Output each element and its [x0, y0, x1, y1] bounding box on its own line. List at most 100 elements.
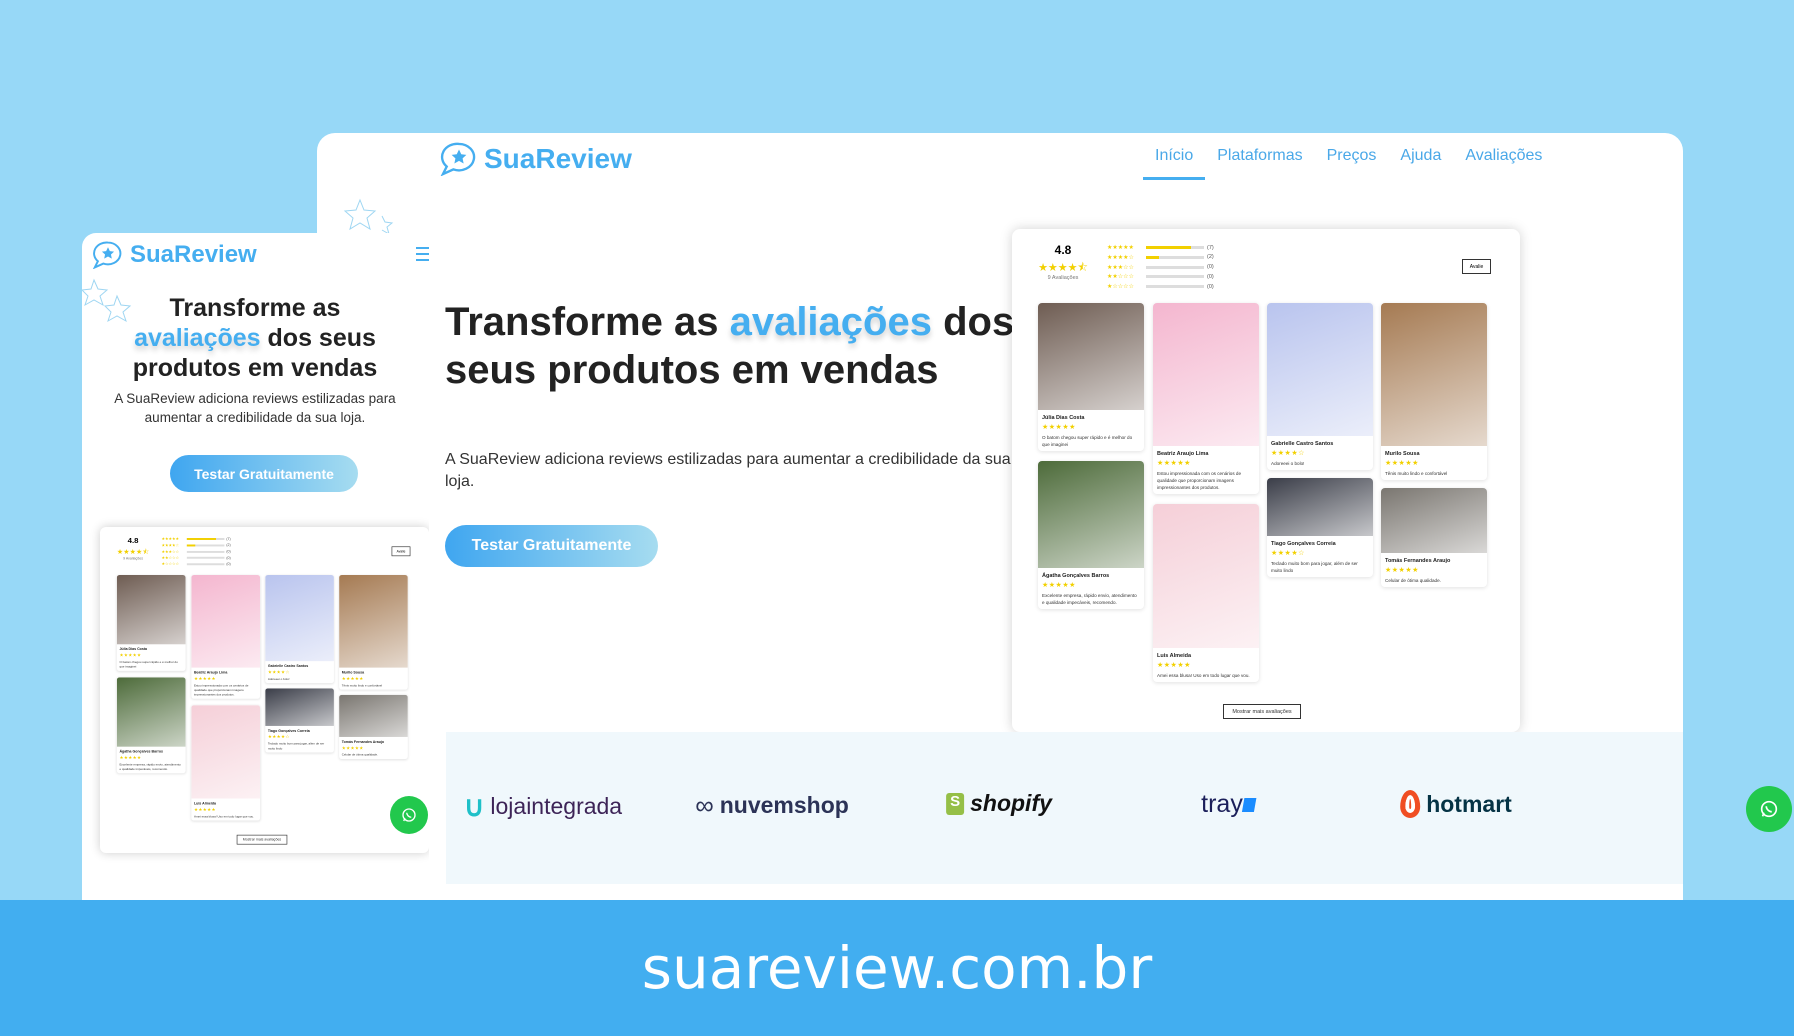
- hero-title-prefix: Transforme as: [169, 294, 341, 322]
- review-stars: ★★★★★: [1385, 460, 1419, 467]
- review-card[interactable]: Murilo Sousa ★★★★★ Tênis muito lindo e con…: [339, 574, 408, 690]
- review-card[interactable]: Beatriz Araujo Lima ★★★★★ Estou impression…: [1153, 303, 1259, 494]
- rating-bar: [186, 544, 225, 547]
- bicycle-photo: [116, 677, 186, 747]
- review-stars: ★★★★★: [193, 807, 216, 813]
- review-widget-preview: 4.8 ★★★★⯪ 9 Avaliações ★★★★★ (7) ★★★★☆ (2) ★★★☆…: [1012, 229, 1520, 732]
- reviewer-name: Beatriz Araujo Lima: [193, 670, 228, 675]
- platform-tray[interactable]: tray: [1201, 790, 1257, 819]
- show-more-reviews-button[interactable]: Mostrar mais avaliações: [236, 834, 288, 845]
- show-more-reviews-button[interactable]: Mostrar mais avaliações: [1223, 704, 1301, 719]
- keyboard-photo: [265, 688, 334, 726]
- review-stars: ★★★★★: [119, 755, 142, 761]
- review-text: Estou impressionada com os cenários de q…: [193, 683, 249, 697]
- rating-bar: [1146, 255, 1204, 259]
- review-text: Celular de ótima qualidade.: [341, 753, 378, 757]
- platforms-band: ∪ lojaintegrada ∞ nuvemshop S shopify tr…: [446, 732, 1792, 884]
- review-text: Amei essa blusa! Uso em todo lugar que v…: [1157, 673, 1250, 678]
- rating-bar: [186, 557, 225, 560]
- whatsapp-button[interactable]: [1746, 786, 1792, 832]
- review-card[interactable]: Júlia Dias Costa ★★★★★ O batom chegou supe…: [116, 574, 186, 671]
- review-text: Tênis muito lindo e confortável: [341, 683, 383, 688]
- mobile-review-widget-preview: 4.8 ★★★★⯪ 9 Avaliações ★★★★★ (7) ★★★★☆ (2) ★★★☆…: [100, 527, 429, 853]
- mobile-window: SuaReview Transforme as avaliações dos s…: [82, 233, 429, 900]
- site-domain: suareview.com.br: [641, 934, 1153, 1002]
- review-card[interactable]: Tiago Gonçalves Correia ★★★★☆ Teclado muit…: [265, 688, 334, 753]
- mobile-logo[interactable]: SuaReview: [92, 241, 257, 269]
- cake-photo: [1267, 303, 1373, 436]
- mobile-hero-paragraph: A SuaReview adiciona reviews estilizadas…: [114, 391, 396, 425]
- platform-lojaintegrada[interactable]: ∪ lojaintegrada: [464, 790, 622, 823]
- mobile-whatsapp-button[interactable]: [390, 796, 428, 834]
- sneakers-photo: [1381, 303, 1487, 446]
- sweater-photo: [1153, 504, 1259, 648]
- platform-hotmart[interactable]: hotmart: [1400, 790, 1512, 818]
- review-card[interactable]: Tomás Fernandes Araujo ★★★★★ Celular de ót…: [339, 694, 408, 759]
- rating-distribution-row: ★★☆☆☆ (0): [1107, 273, 1214, 281]
- review-card[interactable]: Tiago Gonçalves Correia ★★★★☆ Teclado muit…: [1267, 478, 1373, 577]
- review-text: Estou impressionada com os cenários de q…: [1157, 471, 1242, 490]
- nav-avaliacoes[interactable]: Avaliações: [1463, 147, 1544, 165]
- rate-button[interactable]: Avalie: [391, 546, 411, 557]
- review-bubble-icon: [440, 142, 478, 176]
- review-card[interactable]: Luis Almeida ★★★★★ Amei essa blusa! Uso em…: [1153, 504, 1259, 682]
- main-nav: Início Plataformas Preços Ajuda Avaliaçõ…: [1142, 147, 1544, 180]
- review-bubble-icon: [92, 241, 124, 269]
- platform-name: shopify: [970, 790, 1052, 816]
- average-rating: 4.8: [1054, 243, 1072, 257]
- cosmetics-photo: [1153, 303, 1259, 446]
- reviewer-name: Luis Almeida: [1157, 653, 1192, 659]
- reviewer-name: Júlia Dias Costa: [119, 647, 147, 652]
- review-text: Celular de ótima qualidade.: [1385, 578, 1441, 583]
- reviewer-name: Tomás Fernandes Araujo: [341, 740, 385, 745]
- review-text: Excelente empresa, rápido envio, atendim…: [119, 762, 181, 771]
- review-card[interactable]: Júlia Dias Costa ★★★★★ O batom chegou supe…: [1038, 303, 1144, 451]
- review-card[interactable]: Murilo Sousa ★★★★★ Tênis muito lindo e con…: [1381, 303, 1487, 480]
- review-stars: ★★★★☆: [1271, 450, 1305, 457]
- platform-nuvemshop[interactable]: ∞ nuvemshop: [695, 790, 849, 821]
- platform-name: tray: [1201, 790, 1243, 818]
- logo-text: SuaReview: [484, 143, 632, 174]
- row-count: (0): [1207, 283, 1214, 290]
- platform-shopify[interactable]: S shopify: [946, 790, 1052, 817]
- sweater-photo: [191, 705, 261, 799]
- logo-text: SuaReview: [130, 241, 257, 268]
- lipstick-photo: [1038, 303, 1144, 410]
- row-count: (0): [226, 562, 231, 567]
- review-card[interactable]: Ágatha Gonçalves Barros ★★★★★ Excelente em…: [1038, 461, 1144, 609]
- review-card[interactable]: Ágatha Gonçalves Barros ★★★★★ Excelente em…: [116, 677, 186, 774]
- bicycle-photo: [1038, 461, 1144, 568]
- row-stars: ★★★★☆: [1107, 254, 1134, 261]
- rating-distribution-row: ★★★★★ (7): [1107, 244, 1214, 252]
- nuvemshop-cloud-icon: ∞: [695, 790, 714, 820]
- mobile-try-free-button[interactable]: Testar Gratuitamente: [170, 455, 358, 492]
- review-stars: ★★★★★: [1157, 460, 1191, 467]
- sneakers-photo: [339, 574, 408, 668]
- reviewer-name: Gabrielle Castro Santos: [267, 664, 309, 669]
- whatsapp-icon: [1758, 798, 1780, 820]
- review-card[interactable]: Tomás Fernandes Araujo ★★★★★ Celular de ót…: [1381, 488, 1487, 587]
- review-card[interactable]: Gabrielle Castro Santos ★★★★☆ Adoreeei o b…: [265, 574, 334, 684]
- try-free-button[interactable]: Testar Gratuitamente: [445, 525, 658, 567]
- row-stars: ★☆☆☆☆: [161, 562, 179, 567]
- nav-ajuda[interactable]: Ajuda: [1398, 147, 1443, 165]
- row-stars: ★★★★★: [161, 537, 179, 542]
- row-count: (0): [226, 549, 231, 554]
- nav-precos[interactable]: Preços: [1325, 147, 1379, 165]
- nav-plataformas[interactable]: Plataformas: [1215, 147, 1304, 165]
- logo[interactable]: SuaReview: [440, 142, 632, 176]
- reviewer-name: Murilo Sousa: [341, 670, 365, 675]
- rating-bar: [1146, 275, 1204, 279]
- review-card[interactable]: Beatriz Araujo Lima ★★★★★ Estou impression…: [191, 574, 261, 699]
- review-count: 9 Avaliações: [1047, 275, 1079, 281]
- review-card[interactable]: Gabrielle Castro Santos ★★★★☆ Adoreeei o b…: [1267, 303, 1373, 470]
- nav-inicio[interactable]: Início: [1142, 147, 1206, 180]
- rate-button[interactable]: Avalie: [1462, 259, 1491, 274]
- mobile-hero-title: Transforme as avaliações dos seus produt…: [110, 293, 400, 383]
- rating-distribution-row: ★★★★☆ (2): [162, 543, 231, 547]
- review-text: O batom chegou super rápido e é melhor d…: [1042, 435, 1133, 447]
- reviewer-name: Tiago Gonçalves Correia: [267, 729, 310, 734]
- hamburger-menu-icon[interactable]: [416, 247, 429, 265]
- review-card[interactable]: Luis Almeida ★★★★★ Amei essa blusa! Uso em…: [191, 705, 261, 821]
- review-text: Tênis muito lindo e confortável: [1385, 471, 1448, 476]
